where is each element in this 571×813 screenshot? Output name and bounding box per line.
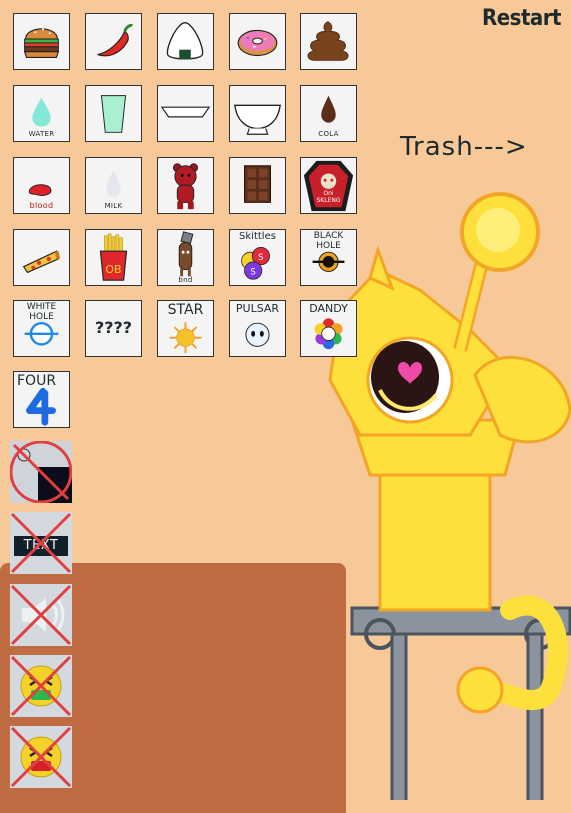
fries-icon xyxy=(99,233,128,281)
chocolate-bar-icon xyxy=(243,165,272,203)
item-bear[interactable] xyxy=(157,157,214,214)
item-bowl[interactable] xyxy=(229,85,286,142)
cola-drop-icon xyxy=(321,95,336,123)
disabled-cross xyxy=(10,512,72,574)
red-coffin-icon xyxy=(303,160,354,212)
pulsar-face-icon xyxy=(245,322,270,347)
glass-icon xyxy=(100,95,127,133)
skittles-icon: S S xyxy=(241,246,270,280)
item-skittles[interactable]: S S Skittles xyxy=(229,229,286,286)
item-pulsar[interactable]: PULSAR xyxy=(229,300,286,357)
item-cola[interactable]: COLA xyxy=(300,85,357,142)
tray-icon xyxy=(160,106,211,118)
item-four[interactable]: FOUR xyxy=(13,371,70,428)
item-unknown[interactable]: ???? xyxy=(85,300,142,357)
background-toggle[interactable] xyxy=(10,441,72,503)
sick-face-green-toggle[interactable] xyxy=(10,655,72,717)
item-milk[interactable]: MILK xyxy=(85,157,142,214)
item-figure[interactable]: bnd xyxy=(157,229,214,286)
flower-icon xyxy=(314,318,343,350)
bowl-icon xyxy=(234,104,281,135)
sound-toggle[interactable] xyxy=(10,584,72,646)
unknown-label: ???? xyxy=(94,318,133,337)
item-tray[interactable] xyxy=(157,85,214,142)
item-star[interactable]: STAR xyxy=(157,300,214,357)
game-scene: Restart Trash---> WATER COLA blood MILK … xyxy=(0,0,571,813)
item-blood[interactable]: blood xyxy=(13,157,70,214)
restart-button[interactable]: Restart xyxy=(482,6,562,31)
blood-drop-icon xyxy=(28,184,52,196)
chili-pepper-icon xyxy=(97,23,133,57)
svg-text:S: S xyxy=(258,253,264,263)
sun-star-icon xyxy=(169,322,202,354)
trash-label: Trash---> xyxy=(400,132,528,162)
item-glass[interactable] xyxy=(85,85,142,142)
speaker-icon xyxy=(10,584,72,646)
item-poop[interactable] xyxy=(300,13,357,70)
svg-text:S: S xyxy=(250,267,256,277)
background-icon xyxy=(10,441,72,503)
item-chocolate[interactable] xyxy=(229,157,286,214)
item-water[interactable]: WATER xyxy=(13,85,70,142)
item-onigiri[interactable] xyxy=(157,13,214,70)
item-burger[interactable] xyxy=(13,13,70,70)
burger-icon xyxy=(23,28,60,58)
red-bear-icon xyxy=(172,163,199,210)
text-toggle[interactable]: TEXT xyxy=(10,512,72,574)
item-fries[interactable]: OB xyxy=(85,229,142,286)
water-drop-icon xyxy=(32,97,51,127)
small-figure-icon xyxy=(178,231,194,277)
sick-face-green-icon xyxy=(10,655,72,717)
pizza-slice-icon xyxy=(22,250,61,274)
item-black-hole[interactable]: BLACK HOLE xyxy=(300,229,357,286)
item-white-hole[interactable]: WHITE HOLE xyxy=(13,300,70,357)
black-hole-icon xyxy=(312,251,345,272)
donut-icon xyxy=(237,29,278,57)
item-dandy[interactable]: DANDY xyxy=(300,300,357,357)
item-pizza[interactable] xyxy=(13,229,70,286)
item-donut[interactable] xyxy=(229,13,286,70)
onigiri-icon xyxy=(166,22,204,60)
sick-face-red-icon xyxy=(10,726,72,788)
milk-drop-icon xyxy=(106,169,121,197)
item-chili[interactable] xyxy=(85,13,142,70)
item-oni-coffin[interactable]: Oni SKLENG xyxy=(300,157,357,214)
white-hole-icon xyxy=(24,321,59,346)
sick-face-red-toggle[interactable] xyxy=(10,726,72,788)
poop-icon xyxy=(307,21,349,61)
number-four-icon xyxy=(26,387,56,426)
